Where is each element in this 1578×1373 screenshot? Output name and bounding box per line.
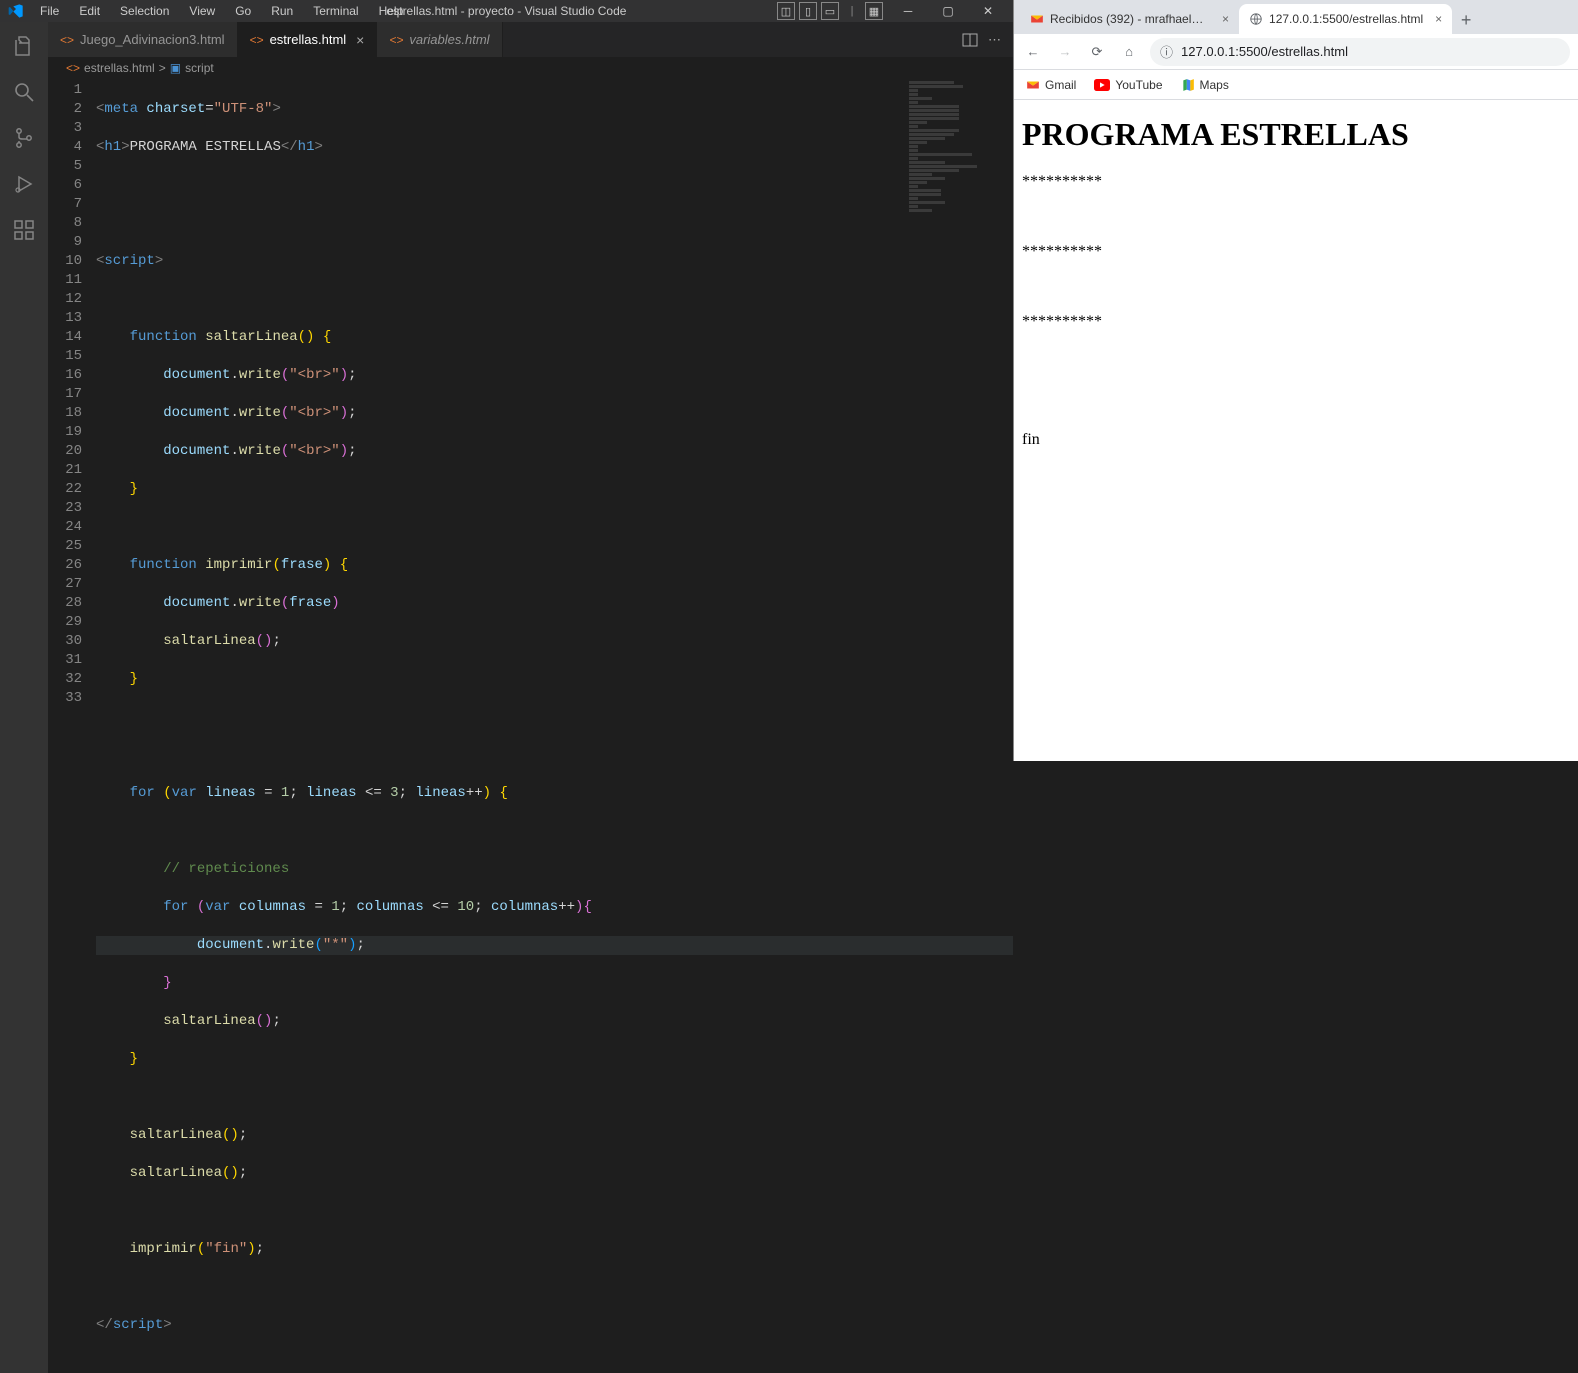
new-tab-button[interactable]: + [1452,6,1480,34]
window-controls: ─ ▢ ✕ [891,0,1005,23]
layout-panel-icon[interactable]: ◫ [777,2,795,20]
bookmarks-bar: Gmail YouTube Maps [1014,70,1578,100]
page-content: PROGRAMA ESTRELLAS ********** **********… [1014,100,1578,761]
browser-tabs: Recibidos (392) - mrafhael12@g × 127.0.0… [1014,0,1578,34]
gmail-icon [1026,78,1040,92]
bookmark-maps[interactable]: Maps [1181,78,1229,92]
vscode-window: File Edit Selection View Go Run Terminal… [0,0,1013,761]
breadcrumb-symbol: script [185,61,214,75]
maps-icon [1181,78,1195,92]
html-icon: <> [66,61,80,75]
fin-text: fin [1022,431,1570,449]
close-window-button[interactable]: ✕ [971,0,1005,23]
browser-window: Recibidos (392) - mrafhael12@g × 127.0.0… [1013,0,1578,761]
html-icon: <> [389,33,403,47]
home-button[interactable]: ⌂ [1118,41,1140,63]
titlebar: File Edit Selection View Go Run Terminal… [0,0,1013,22]
breadcrumb-file: estrellas.html [84,61,155,75]
page-h1: PROGRAMA ESTRELLAS [1022,116,1570,153]
url-text: 127.0.0.1:5500/estrellas.html [1181,44,1348,59]
bookmark-gmail[interactable]: Gmail [1026,78,1076,92]
close-tab-icon[interactable]: × [356,32,364,48]
menu-edit[interactable]: Edit [71,0,108,22]
layout-grid-icon[interactable]: ▦ [865,2,883,20]
source-control-icon[interactable] [10,124,38,152]
code-editor[interactable]: 1234567891011121314151617181920212223242… [48,79,1013,1373]
browser-toolbar: ← → ⟳ ⌂ ⓘ 127.0.0.1:5500/estrellas.html [1014,34,1578,70]
menu-file[interactable]: File [32,0,67,22]
layout-bottom-icon[interactable]: ▭ [821,2,839,20]
breadcrumb[interactable]: <> estrellas.html > ▣ script [48,57,1013,79]
tab-variables[interactable]: <> variables.html [377,22,502,57]
code-lines: <meta charset="UTF-8"> <h1>PROGRAMA ESTR… [96,79,1013,1373]
close-tab-icon[interactable]: × [1222,12,1229,26]
bookmark-label: YouTube [1115,78,1162,92]
forward-button[interactable]: → [1054,41,1076,63]
extensions-icon[interactable] [10,216,38,244]
symbol-icon: ▣ [170,61,181,75]
explorer-icon[interactable] [10,32,38,60]
editor-tabs: <> Juego_Adivinacion3.html <> estrellas.ht… [48,22,1013,57]
close-tab-icon[interactable]: × [1435,12,1442,26]
menu-terminal[interactable]: Terminal [305,0,366,22]
youtube-icon [1094,79,1110,91]
html-icon: <> [60,33,74,47]
search-icon[interactable] [10,78,38,106]
back-button[interactable]: ← [1022,41,1044,63]
url-bar[interactable]: ⓘ 127.0.0.1:5500/estrellas.html [1150,38,1570,66]
breadcrumb-sep: > [159,61,166,75]
tab-label: variables.html [409,32,489,47]
layout-sidebar-icon[interactable]: ▯ [799,2,817,20]
bookmark-youtube[interactable]: YouTube [1094,78,1162,92]
tab-label: estrellas.html [270,32,347,47]
more-actions-icon[interactable]: ⋯ [988,32,1001,48]
stars-row-2: ********** [1022,243,1570,261]
tab-label: Juego_Adivinacion3.html [80,32,225,47]
browser-tab-page[interactable]: 127.0.0.1:5500/estrellas.html × [1239,4,1452,34]
window-title: estrellas.html - proyecto - Visual Studi… [387,4,627,18]
reload-button[interactable]: ⟳ [1086,41,1108,63]
activity-bar [0,22,48,1373]
tab-juego[interactable]: <> Juego_Adivinacion3.html [48,22,238,57]
split-editor-icon[interactable] [962,32,978,48]
stars-row-1: ********** [1022,173,1570,191]
vscode-logo-icon [8,3,24,19]
menu-go[interactable]: Go [227,0,259,22]
tab-label: 127.0.0.1:5500/estrellas.html [1269,12,1423,26]
minimap[interactable] [909,81,999,381]
bookmark-label: Maps [1200,78,1229,92]
gmail-icon [1030,12,1044,26]
menu-view[interactable]: View [181,0,223,22]
browser-tab-gmail[interactable]: Recibidos (392) - mrafhael12@g × [1020,4,1239,34]
html-icon: <> [250,33,264,47]
menu-run[interactable]: Run [263,0,301,22]
info-icon[interactable]: ⓘ [1160,42,1173,61]
maximize-button[interactable]: ▢ [931,0,965,23]
layout-icons: ◫ ▯ ▭ | ▦ [777,2,883,20]
minimize-button[interactable]: ─ [891,0,925,23]
layout-sep: | [843,2,861,20]
menu-bar: File Edit Selection View Go Run Terminal… [32,0,411,22]
tab-label: Recibidos (392) - mrafhael12@g [1050,12,1210,26]
editor-area: <>Juego_Adivinacion3.html <>estrellas.ht… [48,22,1013,1373]
line-gutter: 1234567891011121314151617181920212223242… [48,79,96,1373]
bookmark-label: Gmail [1045,78,1076,92]
menu-selection[interactable]: Selection [112,0,177,22]
stars-row-3: ********** [1022,313,1570,331]
tab-estrellas[interactable]: <> estrellas.html × [238,22,378,57]
debug-icon[interactable] [10,170,38,198]
globe-icon [1249,12,1263,26]
